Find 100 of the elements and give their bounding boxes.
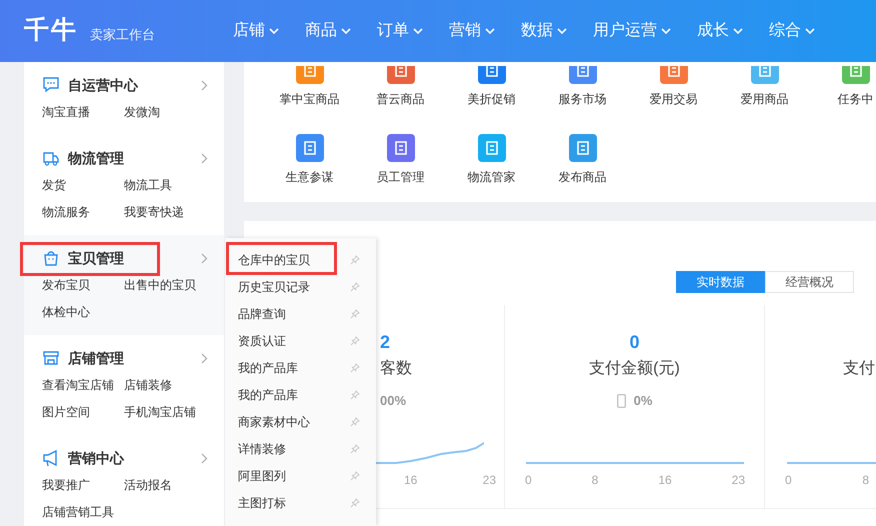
stat-value: 2 [380, 331, 390, 351]
pin-icon[interactable] [350, 470, 360, 480]
app-label[interactable]: 员工管理 [376, 168, 424, 186]
app-icon[interactable] [386, 66, 414, 84]
submenu-item[interactable]: 我的产品库 [238, 386, 298, 404]
chevron-right-icon[interactable] [201, 252, 208, 264]
submenu-item[interactable]: 历史宝贝记录 [238, 278, 310, 296]
sidebar-link[interactable]: 物流服务 [42, 198, 124, 225]
sidebar-link[interactable]: 查看淘宝店铺 [42, 371, 124, 398]
app-icon[interactable] [750, 66, 778, 84]
axis-label: 16 [404, 472, 418, 489]
app-label[interactable]: 任务中 [838, 90, 874, 108]
mobile-phone-icon [616, 394, 626, 408]
app-icon[interactable] [386, 134, 414, 162]
app-subtitle: 卖家工作台 [90, 26, 155, 44]
stat-change: 00% [380, 392, 406, 410]
sidebar-link[interactable]: 活动报名 [124, 471, 224, 498]
app-label[interactable]: 掌中宝商品 [280, 90, 340, 108]
app-icon[interactable] [296, 66, 324, 84]
app-label[interactable]: 普云商品 [376, 90, 424, 108]
stat-label: 客数 [380, 358, 412, 379]
sidebar-link[interactable]: 我要寄快递 [124, 198, 224, 225]
axis-label: 16 [658, 472, 672, 489]
section-title[interactable]: 宝贝管理 [68, 248, 124, 268]
submenu-item[interactable]: 商家素材中心 [238, 412, 310, 430]
sidebar-link[interactable]: 店铺营销工具 [42, 498, 124, 525]
nav-menu[interactable]: 店铺 [233, 19, 279, 43]
sidebar-link[interactable]: 体检中心 [42, 298, 124, 325]
bag-icon [42, 249, 60, 267]
chevron-down-icon [805, 28, 815, 34]
chat-bubble-icon [42, 76, 60, 94]
app-icon[interactable] [568, 66, 596, 84]
pin-icon[interactable] [350, 498, 360, 508]
stat-label: 支付金额(元) [589, 358, 680, 379]
pin-icon[interactable] [350, 282, 360, 292]
app-label[interactable]: 物流管家 [468, 168, 516, 186]
axis-label: 8 [862, 472, 869, 489]
submenu-item[interactable]: 资质认证 [238, 332, 286, 350]
chevron-right-icon[interactable] [201, 452, 208, 464]
sidebar-link[interactable]: 淘宝直播 [42, 98, 124, 125]
section-title[interactable]: 自运营中心 [68, 74, 138, 96]
app-label[interactable]: 生意参谋 [286, 168, 334, 186]
pin-icon[interactable] [350, 390, 360, 400]
axis-label: 0 [525, 472, 532, 489]
stat-change: 0% [634, 392, 652, 410]
app-icon[interactable] [842, 66, 870, 84]
section-title[interactable]: 物流管理 [68, 148, 124, 168]
sidebar-link[interactable]: 发微淘 [124, 98, 224, 125]
stat-label: 支付 [843, 358, 875, 379]
axis-label: 23 [732, 472, 745, 489]
submenu-item[interactable]: 品牌查询 [238, 304, 286, 322]
sidebar-link[interactable]: 图片空间 [42, 398, 124, 425]
app-label[interactable]: 爱用商品 [740, 90, 788, 108]
app-icon[interactable] [296, 134, 324, 162]
chevron-down-icon [485, 28, 495, 34]
chevron-right-icon[interactable] [201, 152, 208, 164]
section-title[interactable]: 营销中心 [68, 448, 124, 468]
chevron-down-icon [341, 28, 351, 34]
pin-icon[interactable] [350, 416, 360, 426]
sidebar-link[interactable]: 店铺装修 [124, 371, 224, 398]
pin-icon[interactable] [350, 362, 360, 372]
sidebar-link[interactable]: 我要推广 [42, 471, 124, 498]
chevron-down-icon [733, 28, 743, 34]
axis-label: 0 [785, 472, 792, 489]
stat-value: 0 [629, 331, 640, 351]
submenu-item[interactable]: 我的产品库 [238, 358, 298, 376]
app-icon[interactable] [660, 66, 688, 84]
submenu-item[interactable]: 阿里图列 [238, 466, 286, 484]
sidebar-link[interactable]: 手机淘宝店铺 [124, 398, 224, 425]
submenu-item[interactable]: 主图打标 [238, 494, 286, 512]
chevron-down-icon [269, 28, 279, 34]
pin-icon[interactable] [350, 308, 360, 318]
pin-icon[interactable] [350, 254, 360, 264]
tab[interactable]: 经营概况 [765, 271, 854, 293]
chevron-right-icon[interactable] [201, 80, 208, 90]
axis-label: 8 [592, 472, 598, 489]
app-icon[interactable] [478, 134, 506, 162]
app-icon[interactable] [568, 134, 596, 162]
logo: 千牛 [24, 15, 78, 46]
pin-icon[interactable] [350, 336, 360, 346]
storefront-icon [42, 349, 60, 367]
submenu-item[interactable]: 详情装修 [238, 440, 286, 458]
axis-label: 23 [482, 472, 496, 489]
section-title[interactable]: 店铺管理 [68, 348, 124, 368]
sidebar-link[interactable]: 发布宝贝 [42, 271, 124, 298]
submenu-item[interactable]: 仓库中的宝贝 [238, 250, 310, 268]
chevron-right-icon[interactable] [201, 352, 208, 364]
app-label[interactable]: 美折促销 [468, 90, 516, 108]
app-label[interactable]: 爱用交易 [650, 90, 698, 108]
sidebar-link[interactable]: 发货 [42, 171, 124, 198]
chevron-down-icon [557, 28, 567, 34]
app-icon[interactable] [478, 66, 506, 84]
nav-menu[interactable]: 商品 [305, 19, 351, 43]
nav-menu[interactable]: 订单 [377, 19, 423, 43]
app-label[interactable]: 服务市场 [558, 90, 606, 108]
chevron-down-icon [661, 28, 671, 34]
pin-icon[interactable] [350, 444, 360, 454]
app-label[interactable]: 发布商品 [558, 168, 606, 186]
sidebar-link[interactable]: 物流工具 [124, 171, 224, 198]
sidebar-link[interactable]: 出售中的宝贝 [124, 271, 224, 298]
